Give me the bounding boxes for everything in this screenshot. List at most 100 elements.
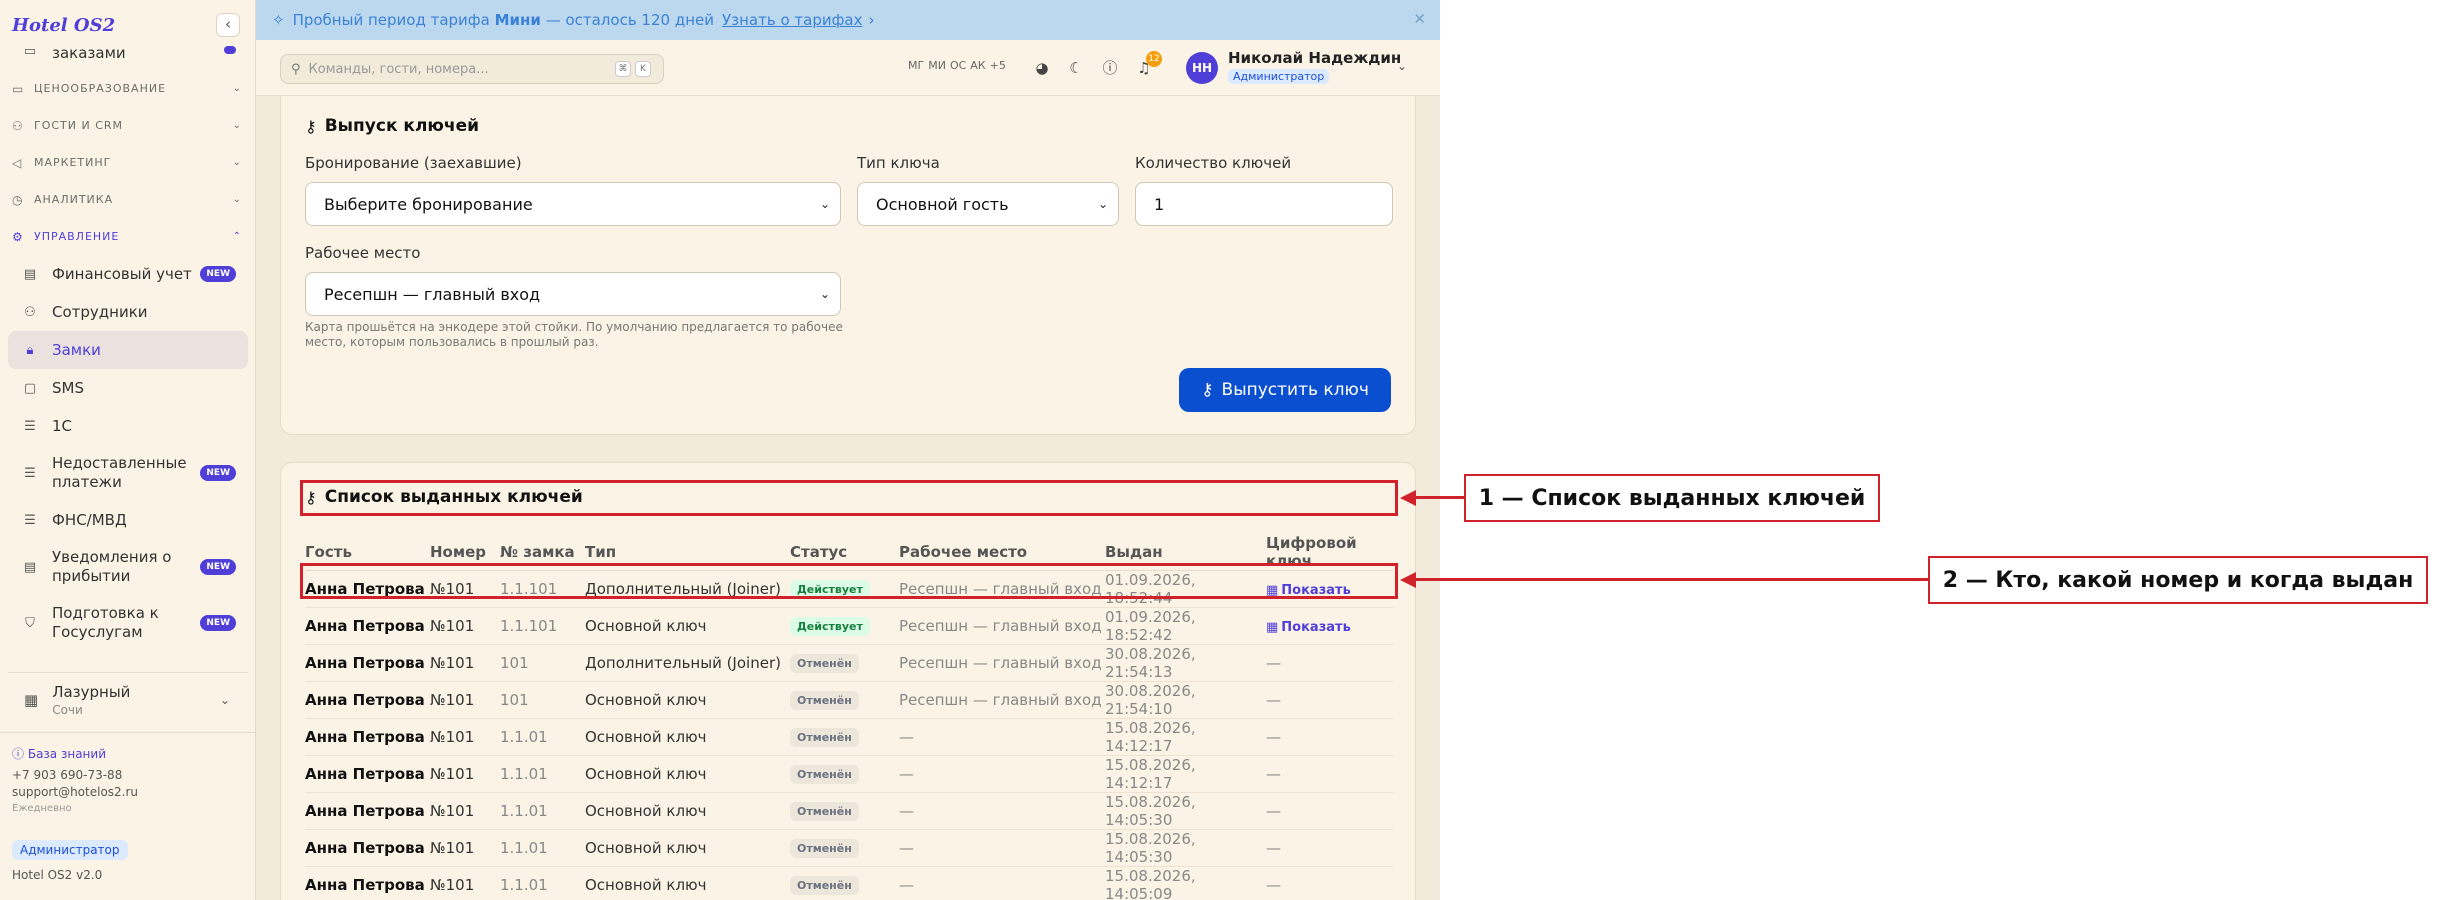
sidebar-item-finance[interactable]: ▤ Финансовый учет NEW [8,255,248,293]
moon-icon[interactable]: ☾ [1064,56,1088,80]
topbar: ⚲ Команды, гости, номера... ⌘ K МГ МИ ОС… [256,40,1440,96]
table-row[interactable]: Анна Петрова №101 1.1.01 Основной ключ Отмен… [305,866,1393,900]
workplace-select[interactable]: Ресепшн — главный вход ⌄ [305,272,841,316]
lock-cell: 101 [500,681,585,719]
show-digital-key-link[interactable]: ▦ Показать [1266,620,1351,635]
sidebar-item-staff[interactable]: ⚇ Сотрудники [8,293,248,331]
collapse-sidebar-button[interactable]: ‹ [216,13,240,37]
document-icon: ▭ [23,44,37,59]
workplace-cell: — [899,718,1105,756]
sidebar-item-undelivered-payments[interactable]: ☰ Недоставленные платежи NEW [8,445,248,501]
guest-cell: Анна Петрова [305,755,430,793]
digital-key-cell[interactable]: ▦ Показать [1266,607,1393,645]
sparkle-icon: ✧ [272,11,285,29]
digital-key-cell: — [1266,866,1393,900]
notification-count: 12 [1146,51,1162,67]
tag-icon: ▭ [12,81,25,96]
online-users[interactable]: МГ МИ ОС АК +5 [908,59,1010,72]
issued-keys-card: ⚷ Список выданных ключей Гость Номер № замк… [280,462,1416,900]
search-input[interactable]: ⚲ Команды, гости, номера... ⌘ K [280,54,664,84]
table-row[interactable]: Анна Петрова №101 1.1.01 Основной ключ Отмен… [305,718,1393,756]
avatar: МИ [928,59,946,72]
user-role-badge: Администратор [1228,69,1330,84]
chevron-down-icon: ⌄ [1097,197,1108,211]
section-management[interactable]: ⚙ УПРАВЛЕНИЕ ⌃ [0,218,256,255]
hotel-city: Сочи [52,702,83,717]
status-badge: Отменён [790,728,859,747]
support-email[interactable]: support@hotelos2.ru [12,785,244,799]
status-badge: Отменён [790,802,859,821]
booking-select[interactable]: Выберите бронирование ⌄ [305,182,841,226]
sidebar-item-sms[interactable]: ▢ SMS [8,369,248,407]
sidebar-item-1c[interactable]: ☰ 1С [8,407,248,445]
table-row[interactable]: Анна Петрова №101 1.1.101 Основной ключ Дейс… [305,607,1393,645]
role-badge: Администратор [12,840,128,860]
table-row[interactable]: Анна Петрова №101 101 Дополнительный (Joine… [305,644,1393,682]
sidebar-item-arrival-notices[interactable]: ▤ Уведомления о прибытии NEW [8,539,248,595]
guest-cell: Анна Петрова [305,644,430,682]
user-avatar[interactable]: НН [1186,52,1218,84]
issued-cell: 15.08.2026, 14:05:30 [1105,829,1266,867]
room-cell: №101 [430,644,500,682]
wallet-icon: ▤ [23,266,37,282]
table-row[interactable]: Анна Петрова №101 1.1.01 Основной ключ Отмен… [305,792,1393,830]
bell-icon[interactable]: ♫ 12 [1132,51,1162,80]
help-icon[interactable]: ⓘ [1098,56,1122,80]
table-row[interactable]: Анна Петрова №101 1.1.01 Основной ключ Отмен… [305,755,1393,793]
close-icon[interactable]: ✕ [1413,10,1426,28]
key-count-input[interactable]: 1 [1135,182,1393,226]
sidebar-item-fns-mvd[interactable]: ☰ ФНС/МВД [8,501,248,539]
section-analytics[interactable]: ◷ АНАЛИТИКА ⌄ [0,181,256,218]
sidebar: Hotel OS2 ‹ ▭ заказами ▭ ЦЕНООБРАЗОВАНИЕ ⌄… [0,0,256,900]
key-icon: ⚷ [305,116,317,136]
key-type-label: Тип ключа [857,154,940,172]
guest-cell: Анна Петрова [305,866,430,900]
banner-prefix: Пробный период тарифа [292,11,490,29]
chevron-down-icon[interactable]: ⌄ [1397,59,1407,73]
room-cell: №101 [430,681,500,719]
issue-keys-title: ⚷ Выпуск ключей [305,116,479,136]
sidebar-item-orders[interactable]: ▭ заказами [8,44,248,70]
issued-cell: 30.08.2026, 21:54:10 [1105,681,1266,719]
chevron-up-icon: ⌃ [232,231,242,242]
sidebar-item-gosuslugi[interactable]: ⛉ Подготовка к Госуслугам NEW [8,595,248,651]
lock-cell: 1.1.01 [500,866,585,900]
key-type-select[interactable]: Основной гость ⌄ [857,182,1119,226]
new-badge: NEW [200,465,236,481]
workplace-cell: — [899,755,1105,793]
section-guests-crm[interactable]: ⚇ ГОСТИ И CRM ⌄ [0,107,256,144]
support-phone[interactable]: +7 903 690-73-88 [12,768,244,782]
workplace-cell: Ресепшн — главный вход [899,681,1105,719]
highlight-first-row [300,563,1398,599]
section-pricing[interactable]: ▭ ЦЕНООБРАЗОВАНИЕ ⌄ [0,70,256,107]
document-icon: ▤ [23,559,37,575]
user-name[interactable]: Николай Надеждин [1228,49,1401,67]
section-marketing[interactable]: ◁ МАРКЕТИНГ ⌄ [0,144,256,181]
new-badge: NEW [200,615,236,631]
chevron-down-icon: ⌄ [819,197,830,211]
table-row[interactable]: Анна Петрова №101 101 Основной ключ Отменён Р… [305,681,1393,719]
shield-icon: ⛉ [25,615,35,631]
key-type-select-value: Основной гость [876,194,1009,214]
digital-key-cell: — [1266,829,1393,867]
issue-key-button[interactable]: ⚷ Выпустить ключ [1179,368,1391,412]
sidebar-item-label: Уведомления о прибытии [52,548,172,585]
guest-cell: Анна Петрова [305,718,430,756]
hotel-switcher[interactable]: ▦ Лазурный Сочи ⌄ [8,672,248,726]
palette-icon[interactable]: ◕ [1030,56,1054,80]
workplace-label: Рабочее место [305,244,421,262]
lock-cell: 1.1.01 [500,792,585,830]
sidebar-nav: ▭ заказами ▭ ЦЕНООБРАЗОВАНИЕ ⌄ ⚇ ГОСТИ И CR… [0,44,256,651]
knowledge-base-link[interactable]: ⓘ База знаний [12,745,244,762]
avatar: МГ [908,59,925,72]
app-logo[interactable]: Hotel OS2 [12,15,115,36]
status-badge: Отменён [790,691,859,710]
key-icon: ⚷ [1201,380,1214,400]
sidebar-item-locks[interactable]: 🔒︎ Замки [8,331,248,369]
lock-cell: 1.1.01 [500,755,585,793]
tariffs-link[interactable]: Узнать о тарифах [722,11,863,29]
megaphone-icon: ◁ [12,155,23,170]
table-row[interactable]: Анна Петрова №101 1.1.01 Основной ключ Отмен… [305,829,1393,867]
arrow-2-line [1414,578,1928,581]
section-label: УПРАВЛЕНИЕ [34,230,120,243]
